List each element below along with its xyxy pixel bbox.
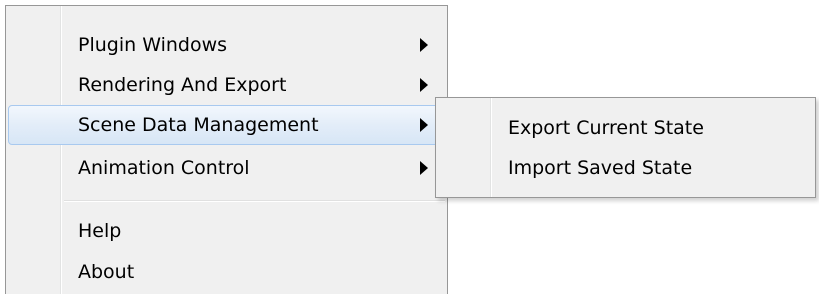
menu-item-plugin-windows[interactable]: Plugin Windows <box>8 25 443 65</box>
context-menu: Plugin Windows Rendering And Export Scen… <box>5 5 448 294</box>
submenu-arrow-icon <box>420 78 428 92</box>
menu-item-label: About <box>78 261 135 283</box>
submenu-arrow-icon <box>420 161 428 175</box>
menu-item-label: Rendering And Export <box>78 74 287 96</box>
menu-item-label: Import Saved State <box>508 157 693 179</box>
menu-item-label: Animation Control <box>78 157 250 179</box>
menu-item-scene-data-management[interactable]: Scene Data Management <box>8 105 443 145</box>
submenu-arrow-icon <box>420 118 428 132</box>
menu-item-import-saved-state[interactable]: Import Saved State <box>438 148 813 188</box>
menu-item-label: Help <box>78 220 122 242</box>
menu-item-export-current-state[interactable]: Export Current State <box>438 108 813 148</box>
menu-item-rendering-and-export[interactable]: Rendering And Export <box>8 65 443 105</box>
menu-item-label: Plugin Windows <box>78 34 228 56</box>
menu-item-label: Export Current State <box>508 117 704 139</box>
submenu-arrow-icon <box>420 38 428 52</box>
scene-data-submenu: Export Current State Import Saved State <box>435 97 816 198</box>
screen: Plugin Windows Rendering And Export Scen… <box>0 0 819 294</box>
menu-item-help[interactable]: Help <box>8 211 443 251</box>
menu-separator <box>64 200 445 202</box>
menu-item-animation-control[interactable]: Animation Control <box>8 148 443 188</box>
menu-item-label: Scene Data Management <box>78 114 319 136</box>
menu-item-about[interactable]: About <box>8 252 443 292</box>
